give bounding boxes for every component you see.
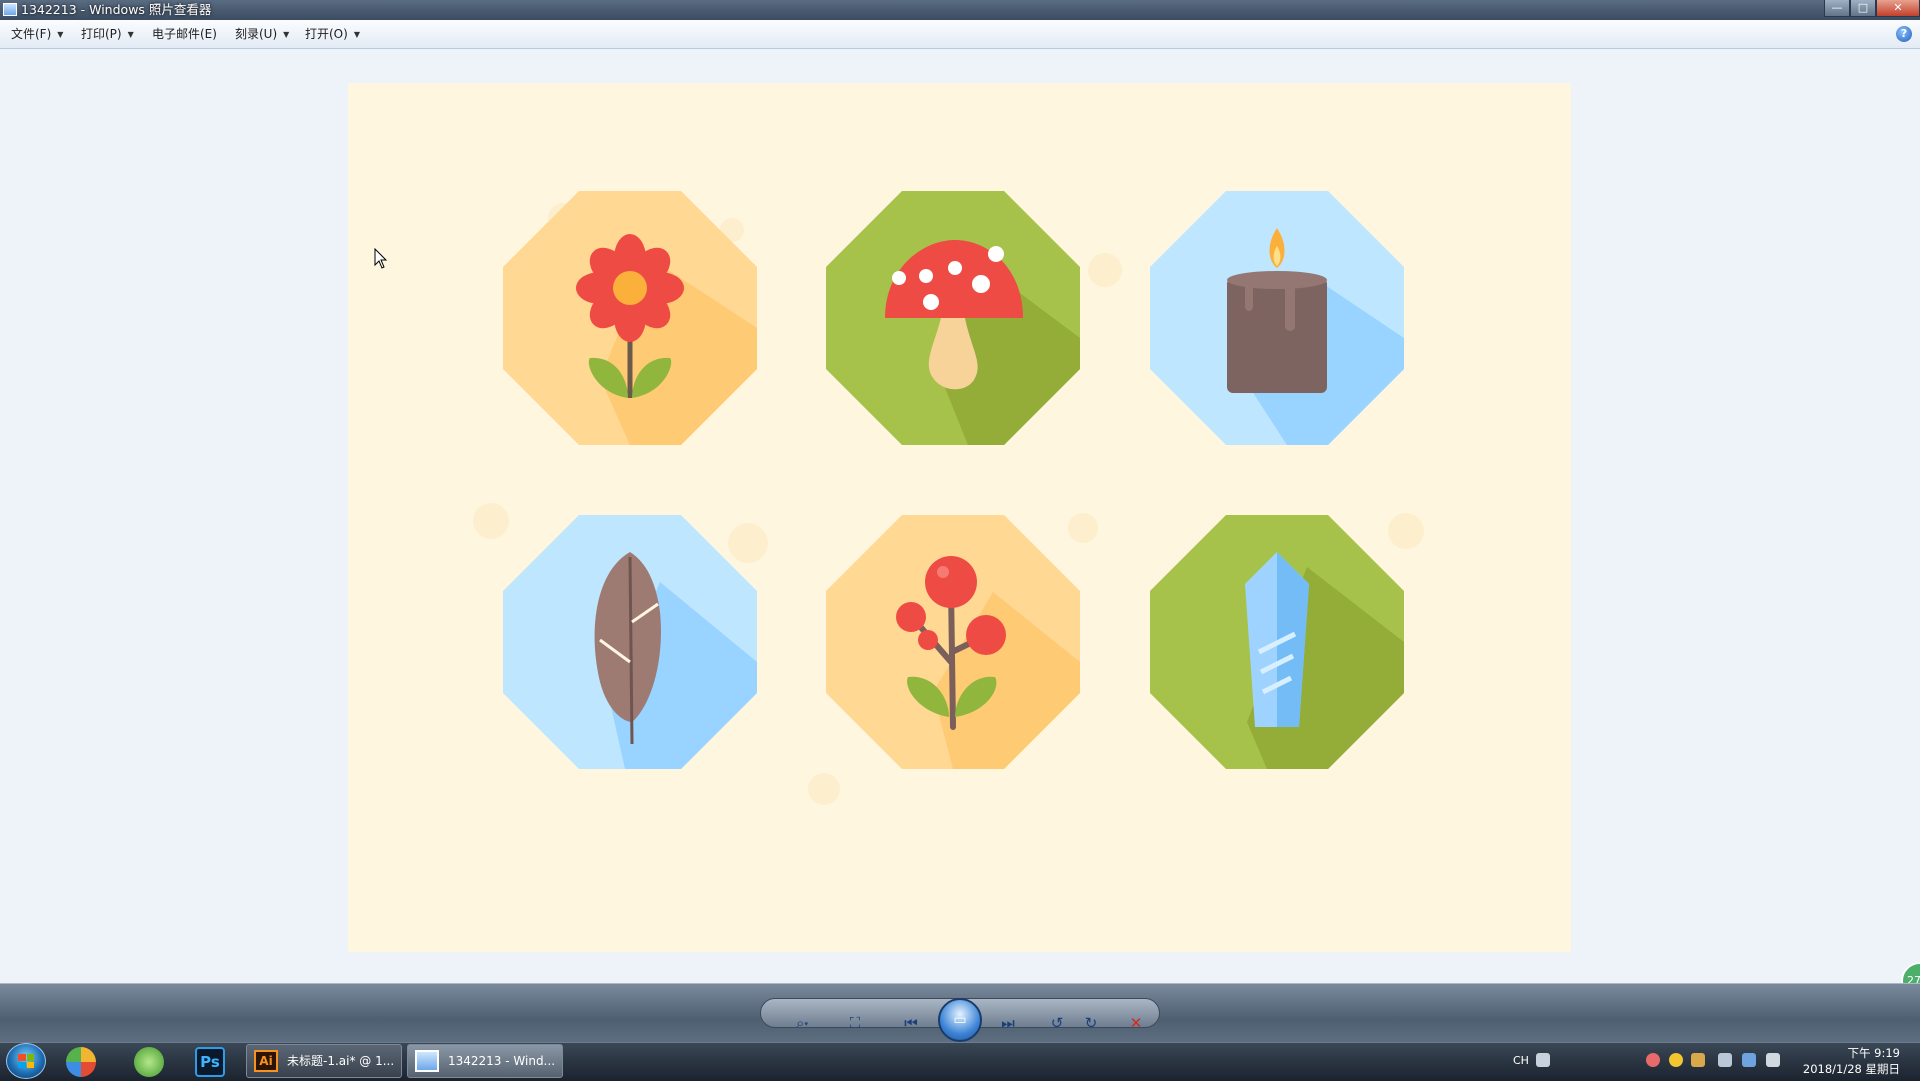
taskbar-item-illustrator[interactable]: Ai 未标题-1.ai* @ 1... <box>246 1044 402 1078</box>
clock-date: 2018/1/28 星期日 <box>1802 1062 1900 1076</box>
tile-crystal <box>1150 515 1404 769</box>
rotate-right-button[interactable]: ↻ <box>1079 1012 1103 1034</box>
previous-button[interactable]: ⏮ <box>899 1012 923 1034</box>
speaker-icon[interactable] <box>1766 1053 1780 1067</box>
volume-muted-icon[interactable] <box>1691 1053 1705 1067</box>
help-icon[interactable]: ? <box>1896 26 1912 42</box>
chevron-down-icon: ▾ <box>804 1020 808 1028</box>
menu-email[interactable]: 电子邮件(E) <box>152 26 217 42</box>
flower-icon <box>576 234 684 398</box>
image-viewport: 27 <box>0 49 1920 1000</box>
next-button[interactable]: ⏭ <box>996 1012 1020 1034</box>
slideshow-icon: ▭ <box>953 1012 967 1028</box>
menu-file[interactable]: 文件(F) ▼ <box>11 26 63 43</box>
illustrator-icon: Ai <box>254 1050 278 1072</box>
slideshow-button[interactable]: ▭ <box>938 998 982 1042</box>
chevron-down-icon: ▼ <box>353 30 360 39</box>
close-button[interactable]: ✕ <box>1876 0 1920 17</box>
flower-tray-icon[interactable] <box>1646 1053 1660 1067</box>
minimize-button[interactable]: — <box>1824 0 1850 17</box>
tile-berries <box>826 515 1080 769</box>
rotate-left-icon: ↺ <box>1050 1014 1064 1032</box>
start-button[interactable] <box>6 1043 46 1079</box>
window-title: 1342213 - Windows 照片查看器 <box>21 2 212 17</box>
task-label: 1342213 - Wind... <box>448 1054 556 1068</box>
tile-flower <box>503 191 757 445</box>
next-icon: ⏭ <box>1001 1014 1015 1032</box>
menu-open[interactable]: 打开(O) ▼ <box>305 26 360 43</box>
zoom-button[interactable]: ⌕▾ <box>786 1012 818 1034</box>
tile-candle <box>1150 191 1404 445</box>
menu-burn[interactable]: 刻录(U) ▼ <box>235 26 289 43</box>
bokeh-dot <box>808 773 840 805</box>
task-label: 未标题-1.ai* @ 1... <box>287 1054 395 1068</box>
crystal-icon <box>1245 552 1309 727</box>
rotate-left-button[interactable]: ↺ <box>1045 1012 1069 1034</box>
rotate-right-icon: ↻ <box>1084 1014 1098 1032</box>
actual-size-button[interactable]: ⛶ <box>843 1012 867 1034</box>
tile-feather <box>503 515 757 769</box>
browser-taskbar-icon[interactable] <box>134 1047 164 1077</box>
chevron-down-icon: ▼ <box>57 30 64 39</box>
photoshop-taskbar-icon[interactable]: Ps <box>195 1047 225 1077</box>
keyboard-icon[interactable] <box>1536 1053 1550 1067</box>
previous-icon: ⏮ <box>904 1014 918 1032</box>
clock-time: 下午 9:19 <box>1847 1046 1900 1060</box>
app-tray-icon[interactable] <box>1669 1053 1683 1067</box>
chevron-down-icon: ▼ <box>283 30 290 39</box>
action-center-icon[interactable] <box>1718 1053 1732 1067</box>
photo-gallery-taskbar-icon[interactable] <box>66 1047 96 1077</box>
chevron-down-icon: ▼ <box>127 30 134 39</box>
taskbar-clock[interactable]: 下午 9:19 2018/1/28 星期日 <box>1790 1045 1900 1077</box>
window-controls: — □ ✕ <box>1824 0 1920 18</box>
title-bar: 1342213 - Windows 照片查看器 — □ ✕ <box>0 0 1920 20</box>
menu-bar: 文件(F) ▼ 打印(P) ▼ 电子邮件(E) 刻录(U) ▼ 打开(O) ▼ ? <box>0 20 1920 49</box>
network-icon[interactable] <box>1742 1053 1756 1067</box>
delete-button[interactable]: ✕ <box>1124 1012 1148 1034</box>
maximize-button[interactable]: □ <box>1850 0 1876 17</box>
tile-mushroom <box>826 191 1080 445</box>
input-method-indicator[interactable]: CH <box>1513 1054 1529 1067</box>
windows-logo-icon <box>18 1054 34 1068</box>
photo-viewer-app-icon <box>3 3 17 16</box>
bokeh-dot <box>1088 253 1122 287</box>
fit-window-icon: ⛶ <box>849 1014 861 1032</box>
photo-viewer-icon <box>415 1050 439 1072</box>
displayed-image <box>348 83 1571 952</box>
taskbar-item-photo-viewer[interactable]: 1342213 - Wind... <box>407 1044 563 1078</box>
menu-print[interactable]: 打印(P) ▼ <box>81 26 134 43</box>
mouse-cursor-icon <box>374 248 388 269</box>
delete-icon: ✕ <box>1129 1014 1143 1032</box>
